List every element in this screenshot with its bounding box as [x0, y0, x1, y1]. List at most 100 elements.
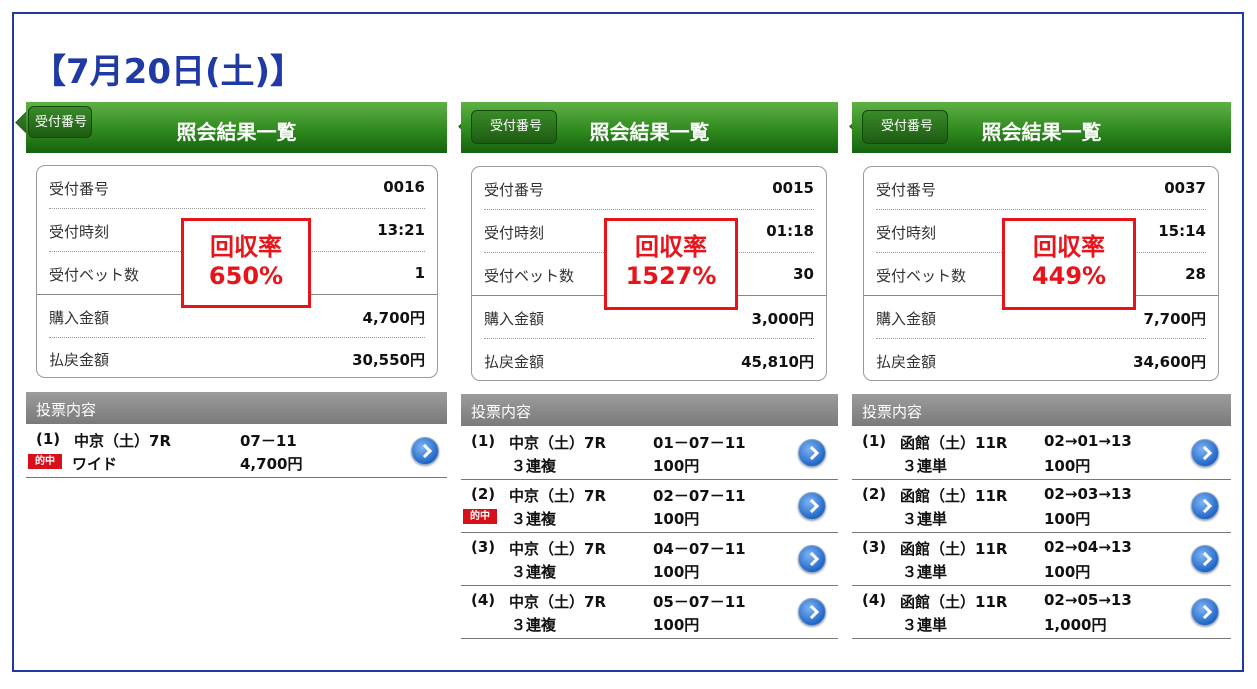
recovery-label: 回収率 — [210, 233, 282, 261]
bet-race: 函館（土）11R — [900, 540, 1008, 558]
bet-race: 中京（土）7R — [509, 434, 606, 452]
bet-type: ３連複 — [511, 563, 557, 581]
bet-amount: 100円 — [1044, 457, 1091, 475]
bet-type: ３連複 — [511, 510, 557, 528]
bet-combination: 01－07－11 — [653, 434, 746, 452]
recovery-rate-callout: 回収率 449% — [1002, 218, 1136, 310]
bet-type: ３連単 — [902, 457, 948, 475]
panel-title: 照会結果一覧 — [176, 120, 297, 144]
recovery-value: 449% — [1031, 262, 1107, 290]
bet-number: (4) — [471, 591, 496, 609]
bet-combination: 05－07－11 — [653, 593, 746, 611]
bet-number: (3) — [471, 538, 496, 556]
row-value: 30 — [793, 265, 814, 283]
section-header: 投票内容 — [26, 392, 447, 424]
bet-combination: 02→03→13 — [1044, 485, 1132, 503]
row-value: 15:14 — [1158, 222, 1206, 240]
chevron-right-icon[interactable] — [1191, 492, 1219, 520]
bet-amount: 100円 — [653, 457, 700, 475]
bet-race: 中京（土）7R — [509, 487, 606, 505]
panel-header: 受付番号 照会結果一覧 — [461, 102, 838, 153]
row-value: 7,700円 — [1143, 310, 1206, 328]
bet-number: (1) — [862, 432, 887, 450]
result-panel-3: 受付番号 照会結果一覧 受付番号 0037 受付時刻 15:14 受付ベット数 … — [852, 102, 1231, 642]
bet-race: 函館（土）11R — [900, 593, 1008, 611]
row-label: 受付時刻 — [876, 224, 937, 242]
section-label: 投票内容 — [862, 403, 923, 421]
row-value: 30,550円 — [352, 351, 425, 369]
hit-badge: 的中 — [28, 454, 62, 469]
page-title: 【7月20日(土)】 — [32, 52, 305, 92]
bet-row[interactable]: (4) 中京（土）7R 05－07－11 ３連複 100円 — [461, 585, 838, 639]
row-value: 1 — [414, 264, 425, 282]
row-value: 3,000円 — [751, 310, 814, 328]
row-label: 受付時刻 — [484, 224, 545, 242]
row-label: 購入金額 — [49, 309, 110, 327]
bet-amount: 100円 — [653, 616, 700, 634]
bet-combination: 07－11 — [240, 432, 297, 450]
panel-title: 照会結果一覧 — [981, 120, 1102, 144]
bet-combination: 02－07－11 — [653, 487, 746, 505]
receipt-number-row: 受付番号 0016 — [49, 166, 425, 208]
bet-row[interactable]: (4) 函館（土）11R 02→05→13 ３連単 1,000円 — [852, 585, 1231, 639]
bet-type: ワイド — [72, 455, 118, 473]
payout-amount-row: 払戻金額 34,600円 — [876, 339, 1206, 381]
panel-header: 受付番号 照会結果一覧 — [26, 102, 447, 153]
bet-number: (2) — [862, 485, 887, 503]
row-label: 受付番号 — [484, 181, 545, 199]
hit-badge: 的中 — [463, 509, 497, 524]
bet-row[interactable]: (2) 中京（土）7R 02－07－11 的中 ３連複 100円 — [461, 479, 838, 533]
bet-row[interactable]: (3) 函館（土）11R 02→04→13 ３連単 100円 — [852, 532, 1231, 586]
bet-row[interactable]: (1) 中京（土）7R 07－11 的中 ワイド 4,700円 — [26, 424, 447, 478]
row-label: 払戻金額 — [876, 353, 937, 371]
bet-combination: 02→01→13 — [1044, 432, 1132, 450]
bet-row[interactable]: (1) 函館（土）11R 02→01→13 ３連単 100円 — [852, 426, 1231, 480]
bet-number: (1) — [36, 430, 61, 448]
receipt-number-row: 受付番号 0015 — [484, 167, 814, 209]
payout-amount-row: 払戻金額 30,550円 — [49, 337, 425, 379]
bet-row[interactable]: (1) 中京（土）7R 01－07－11 ３連複 100円 — [461, 426, 838, 480]
chevron-right-icon[interactable] — [798, 598, 826, 626]
row-value: 45,810円 — [741, 353, 814, 371]
bet-type: ３連単 — [902, 563, 948, 581]
chevron-right-icon[interactable] — [798, 492, 826, 520]
payout-amount-row: 払戻金額 45,810円 — [484, 339, 814, 381]
bet-row[interactable]: (2) 函館（土）11R 02→03→13 ３連単 100円 — [852, 479, 1231, 533]
bet-number: (1) — [471, 432, 496, 450]
result-panel-2: 受付番号 照会結果一覧 受付番号 0015 受付時刻 01:18 受付ベット数 … — [461, 102, 838, 642]
chevron-right-icon[interactable] — [1191, 545, 1219, 573]
row-value: 0015 — [772, 179, 814, 197]
chevron-right-icon[interactable] — [411, 437, 439, 465]
bet-amount: 1,000円 — [1044, 616, 1107, 634]
recovery-rate-callout: 回収率 1527% — [604, 218, 738, 310]
row-value: 01:18 — [766, 222, 814, 240]
chevron-right-icon[interactable] — [798, 545, 826, 573]
row-value: 0037 — [1164, 179, 1206, 197]
chevron-right-icon[interactable] — [1191, 439, 1219, 467]
row-label: 払戻金額 — [49, 351, 110, 369]
chevron-right-icon[interactable] — [798, 439, 826, 467]
row-label: 受付ベット数 — [49, 266, 140, 284]
bet-amount: 4,700円 — [240, 455, 303, 473]
row-label: 受付番号 — [49, 180, 110, 198]
bet-type: ３連複 — [511, 457, 557, 475]
recovery-label: 回収率 — [1033, 233, 1105, 261]
bet-row[interactable]: (3) 中京（土）7R 04－07－11 ３連複 100円 — [461, 532, 838, 586]
bet-amount: 100円 — [1044, 510, 1091, 528]
section-header: 投票内容 — [461, 394, 838, 426]
bet-combination: 04－07－11 — [653, 540, 746, 558]
bet-race: 函館（土）11R — [900, 434, 1008, 452]
panel-header: 受付番号 照会結果一覧 — [852, 102, 1231, 153]
bet-number: (2) — [471, 485, 496, 503]
result-panel-1: 受付番号 照会結果一覧 受付番号 0016 受付時刻 13:21 受付ベット数 … — [26, 102, 447, 642]
row-value: 4,700円 — [362, 309, 425, 327]
bet-race: 中京（土）7R — [509, 540, 606, 558]
chevron-right-icon[interactable] — [1191, 598, 1219, 626]
row-label: 購入金額 — [484, 310, 545, 328]
receipt-number-row: 受付番号 0037 — [876, 167, 1206, 209]
row-label: 受付ベット数 — [876, 267, 967, 285]
bet-type: ３連複 — [511, 616, 557, 634]
row-value: 34,600円 — [1133, 353, 1206, 371]
panel-title: 照会結果一覧 — [589, 120, 710, 144]
recovery-value: 1527% — [625, 262, 717, 290]
